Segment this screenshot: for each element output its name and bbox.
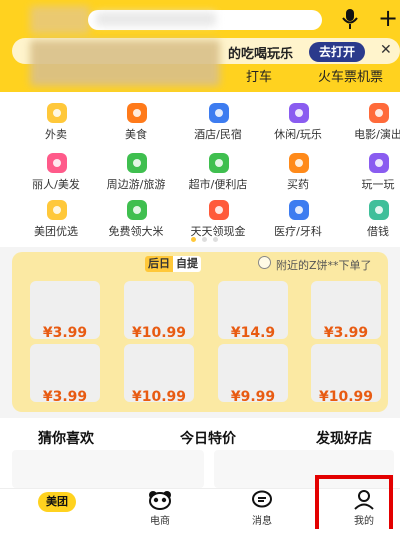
banner-text: 的吃喝玩乐 — [228, 47, 294, 62]
grid-item-label: 电影/演出 — [354, 128, 400, 141]
hotel-icon — [207, 101, 231, 125]
takeout-icon — [45, 101, 69, 125]
nav-messages[interactable]: 消息 — [232, 490, 292, 530]
cash-icon — [207, 198, 231, 222]
beauty-icon — [45, 151, 69, 175]
grid-item-label: 免费领大米 — [108, 225, 164, 238]
deal-tag-pickup: 自提 — [173, 256, 201, 272]
search-placeholder-blur — [96, 12, 216, 26]
grid-item-label: 休闲/玩乐 — [274, 128, 322, 141]
grid-item[interactable]: 医疗/牙科 — [258, 193, 338, 241]
grid-item[interactable]: 玩一玩 — [338, 146, 400, 194]
avatar — [258, 256, 271, 269]
grid-item[interactable]: 酒店/民宿 — [178, 96, 258, 144]
nav-label: 消息 — [252, 516, 272, 527]
deal-price: ¥10.99 — [131, 389, 187, 405]
page-dot — [202, 237, 207, 242]
grid-item[interactable]: 外卖 — [16, 96, 96, 144]
deal-price: ¥9.99 — [230, 389, 276, 405]
panda-icon — [149, 491, 171, 510]
deal-price: ¥10.99 — [131, 325, 187, 341]
grid-item-label: 周边游/旅游 — [106, 178, 166, 191]
deal-tag: 后日 自提 — [145, 256, 201, 272]
grid-item-label: 外卖 — [45, 128, 67, 141]
grid-item-label: 天天领现金 — [190, 225, 246, 238]
grid-item-label: 美团优选 — [34, 225, 78, 238]
grid-item-label: 丽人/美发 — [32, 178, 80, 191]
system-bar — [0, 529, 400, 539]
card-icon — [367, 198, 391, 222]
grid-item-label: 买药 — [287, 178, 309, 191]
grid-item-label: 玩一玩 — [361, 178, 395, 191]
youxuan-icon — [45, 198, 69, 222]
grid-item-label: 美食 — [125, 128, 147, 141]
medicine-icon — [287, 151, 311, 175]
grid-item[interactable]: 电影/演出 — [338, 96, 400, 144]
fork-knife-icon — [125, 101, 149, 125]
deal-tag-day: 后日 — [145, 256, 173, 272]
grid-item[interactable]: 周边游/旅游 — [96, 146, 176, 194]
deal-price: ¥3.99 — [42, 325, 88, 341]
nav-home[interactable]: 美团 — [28, 490, 88, 530]
medical-cross-icon — [287, 198, 311, 222]
grid-item-label: 酒店/民宿 — [194, 128, 242, 141]
page-dot — [213, 237, 218, 242]
microphone-icon[interactable] — [340, 8, 360, 30]
grid-item-label: 借钱 — [367, 225, 389, 238]
gamepad-icon — [367, 151, 391, 175]
deal-price: ¥3.99 — [323, 325, 369, 341]
nav-label: 电商 — [150, 516, 170, 527]
movie-icon — [367, 101, 391, 125]
close-icon[interactable]: ✕ — [380, 42, 392, 58]
grid-item[interactable]: 丽人/美发 — [16, 146, 96, 194]
tab-guess[interactable]: 猜你喜欢 — [38, 428, 94, 448]
home-icon: 美团 — [38, 492, 76, 512]
grid-item-label: 医疗/牙科 — [274, 225, 322, 238]
grid-item[interactable]: 休闲/玩乐 — [258, 96, 338, 144]
sub-tab-train[interactable]: 火车票机票 — [318, 66, 383, 85]
grid-item[interactable]: 超市/便利店 — [178, 146, 258, 194]
deal-price: ¥10.99 — [318, 389, 374, 405]
grid-item[interactable]: 天天领现金 — [178, 193, 258, 241]
deal-note: 附近的Z饼**下单了 — [276, 259, 372, 272]
plus-icon[interactable]: + — [378, 6, 398, 30]
sub-tab-taxi[interactable]: 打车 — [246, 66, 272, 85]
location-blur — [30, 6, 90, 34]
open-app-button[interactable]: 去打开 — [309, 42, 365, 62]
basket-icon — [207, 151, 231, 175]
grid-item[interactable]: 免费领大米 — [96, 193, 176, 241]
grid-item-label: 超市/便利店 — [188, 178, 248, 191]
nav-shop[interactable]: 电商 — [130, 490, 190, 530]
feed-card[interactable] — [12, 450, 204, 488]
grid-item[interactable]: 美食 — [96, 96, 176, 144]
banner-blur — [30, 40, 220, 86]
deal-price: ¥3.99 — [42, 389, 88, 405]
tab-deals[interactable]: 今日特价 — [180, 428, 236, 448]
palm-tree-icon — [125, 151, 149, 175]
leisure-icon — [287, 101, 311, 125]
page-dot-active — [191, 237, 196, 242]
grid-item[interactable]: 买药 — [258, 146, 338, 194]
message-icon — [252, 490, 272, 508]
grid-item[interactable]: 美团优选 — [16, 193, 96, 241]
tree-icon — [125, 198, 149, 222]
grid-item[interactable]: 借钱 — [338, 193, 400, 241]
highlight-box — [315, 475, 393, 535]
deal-price: ¥14.9 — [230, 325, 276, 341]
tab-shops[interactable]: 发现好店 — [316, 428, 372, 448]
